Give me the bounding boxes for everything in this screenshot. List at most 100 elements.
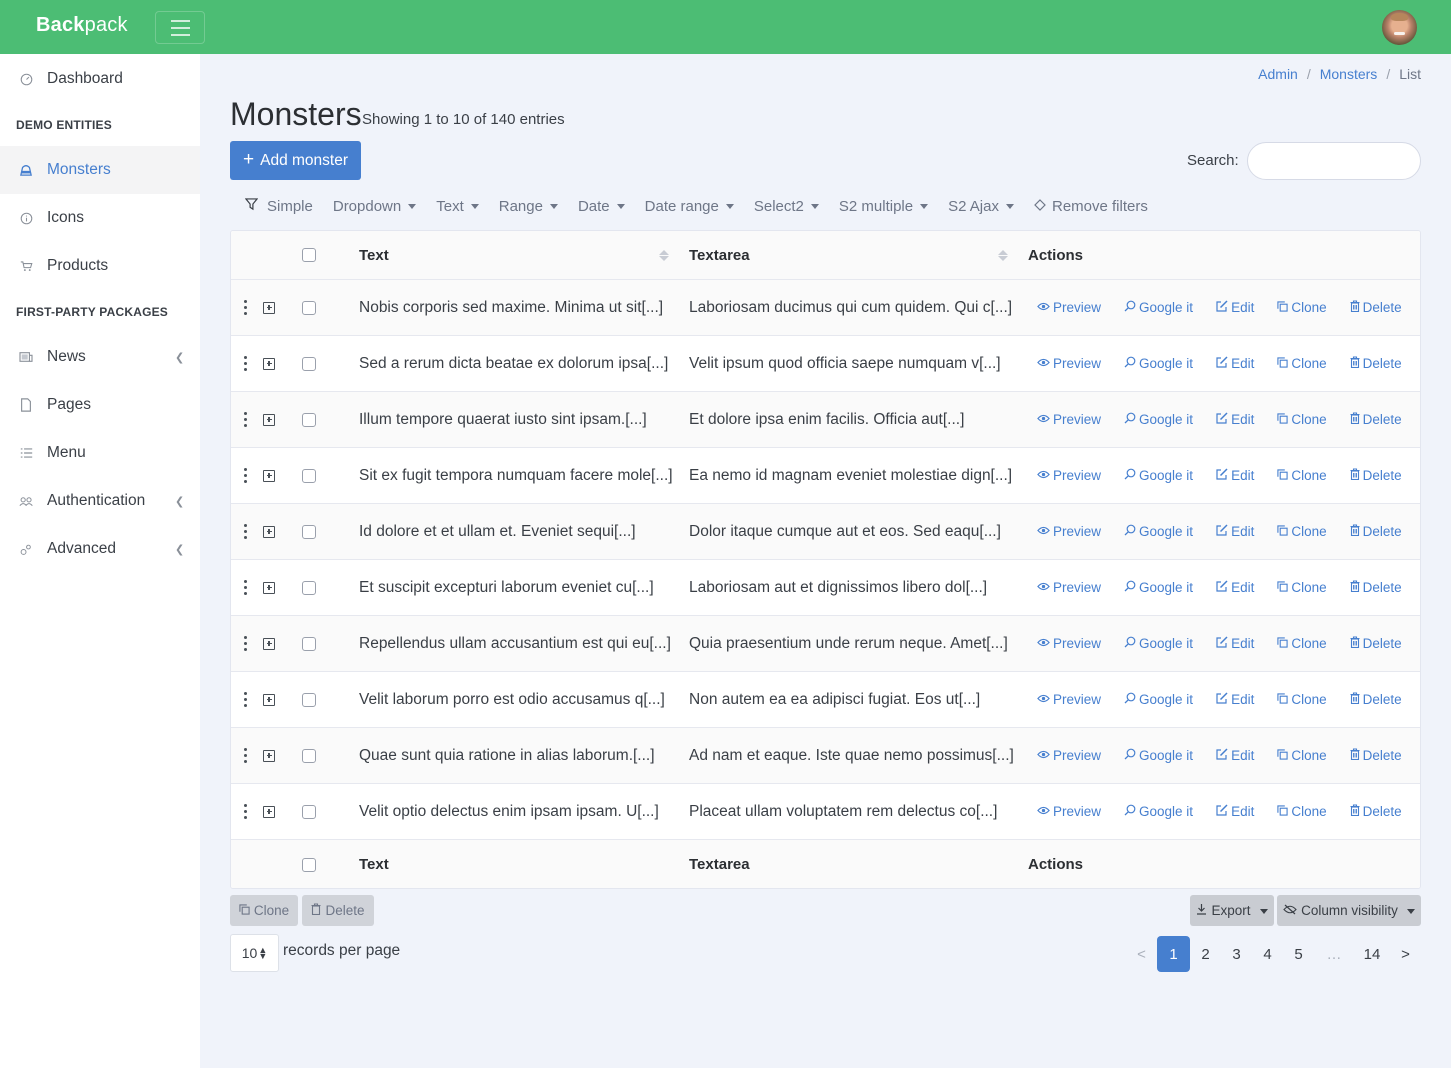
- row-checkbox[interactable]: [302, 748, 316, 763]
- drag-handle-icon[interactable]: [244, 356, 247, 371]
- edit-button[interactable]: Edit: [1216, 636, 1254, 651]
- drag-handle-icon[interactable]: [244, 468, 247, 483]
- google-it-button[interactable]: Google it: [1124, 524, 1193, 539]
- user-avatar[interactable]: [1382, 10, 1417, 45]
- sidebar-toggle-button[interactable]: [155, 11, 205, 44]
- clone-button[interactable]: Clone: [1277, 692, 1327, 707]
- preview-button[interactable]: Preview: [1037, 468, 1101, 483]
- delete-button[interactable]: Delete: [1350, 692, 1402, 707]
- edit-button[interactable]: Edit: [1216, 692, 1254, 707]
- clone-button[interactable]: Clone: [1277, 636, 1327, 651]
- delete-button[interactable]: Delete: [1350, 804, 1402, 819]
- filter-range[interactable]: Range: [499, 198, 558, 215]
- search-input[interactable]: [1247, 142, 1421, 180]
- clone-button[interactable]: Clone: [1277, 524, 1327, 539]
- preview-button[interactable]: Preview: [1037, 804, 1101, 819]
- filter-s2-ajax[interactable]: S2 Ajax: [948, 198, 1014, 215]
- expand-row-icon[interactable]: [263, 469, 275, 482]
- google-it-button[interactable]: Google it: [1124, 412, 1193, 427]
- sidebar-item-authentication[interactable]: Authentication ❮: [0, 477, 200, 525]
- preview-button[interactable]: Preview: [1037, 412, 1101, 427]
- edit-button[interactable]: Edit: [1216, 468, 1254, 483]
- pagination-page-5[interactable]: 5: [1283, 936, 1314, 972]
- pagination-page-last[interactable]: 14: [1354, 936, 1390, 972]
- edit-button[interactable]: Edit: [1216, 748, 1254, 763]
- clone-button[interactable]: Clone: [1277, 356, 1327, 371]
- drag-handle-icon[interactable]: [244, 636, 247, 651]
- sidebar-item-menu[interactable]: Menu: [0, 429, 200, 477]
- clone-button[interactable]: Clone: [1277, 748, 1327, 763]
- sidebar-item-products[interactable]: Products: [0, 242, 200, 290]
- per-page-select[interactable]: 10 ▲ ▼: [230, 934, 279, 972]
- edit-button[interactable]: Edit: [1216, 804, 1254, 819]
- preview-button[interactable]: Preview: [1037, 748, 1101, 763]
- edit-button[interactable]: Edit: [1216, 300, 1254, 315]
- google-it-button[interactable]: Google it: [1124, 468, 1193, 483]
- preview-button[interactable]: Preview: [1037, 524, 1101, 539]
- preview-button[interactable]: Preview: [1037, 580, 1101, 595]
- edit-button[interactable]: Edit: [1216, 524, 1254, 539]
- expand-row-icon[interactable]: [263, 805, 275, 818]
- pagination-page-3[interactable]: 3: [1221, 936, 1252, 972]
- column-visibility-button[interactable]: Column visibility: [1277, 895, 1421, 926]
- edit-button[interactable]: Edit: [1216, 356, 1254, 371]
- google-it-button[interactable]: Google it: [1124, 300, 1193, 315]
- expand-row-icon[interactable]: [263, 301, 275, 314]
- sidebar-item-icons[interactable]: Icons: [0, 194, 200, 242]
- google-it-button[interactable]: Google it: [1124, 692, 1193, 707]
- sidebar-item-advanced[interactable]: Advanced ❮: [0, 525, 200, 573]
- expand-row-icon[interactable]: [263, 357, 275, 370]
- filter-dropdown[interactable]: Dropdown: [333, 198, 417, 215]
- row-checkbox[interactable]: [302, 300, 316, 315]
- breadcrumb-monsters[interactable]: Monsters: [1320, 66, 1378, 82]
- clone-button[interactable]: Clone: [1277, 300, 1327, 315]
- row-checkbox[interactable]: [302, 468, 316, 483]
- drag-handle-icon[interactable]: [244, 412, 247, 427]
- delete-button[interactable]: Delete: [1350, 412, 1402, 427]
- clone-button[interactable]: Clone: [1277, 412, 1327, 427]
- pagination-page-1[interactable]: 1: [1157, 936, 1190, 972]
- drag-handle-icon[interactable]: [244, 804, 247, 819]
- bulk-clone-button[interactable]: Clone: [230, 895, 298, 926]
- delete-button[interactable]: Delete: [1350, 356, 1402, 371]
- google-it-button[interactable]: Google it: [1124, 804, 1193, 819]
- export-button[interactable]: Export: [1190, 895, 1274, 926]
- sidebar-item-monsters[interactable]: Monsters: [0, 146, 200, 194]
- select-all-checkbox-footer[interactable]: [302, 857, 316, 872]
- row-checkbox[interactable]: [302, 580, 316, 595]
- delete-button[interactable]: Delete: [1350, 524, 1402, 539]
- remove-filters-button[interactable]: Remove filters: [1034, 198, 1148, 215]
- sidebar-item-pages[interactable]: Pages: [0, 381, 200, 429]
- edit-button[interactable]: Edit: [1216, 412, 1254, 427]
- drag-handle-icon[interactable]: [244, 524, 247, 539]
- edit-button[interactable]: Edit: [1216, 580, 1254, 595]
- select-all-checkbox[interactable]: [302, 248, 316, 262]
- expand-row-icon[interactable]: [263, 581, 275, 594]
- add-monster-button[interactable]: + Add monster: [230, 141, 361, 180]
- brand-logo[interactable]: Backpack: [36, 14, 128, 37]
- preview-button[interactable]: Preview: [1037, 636, 1101, 651]
- drag-handle-icon[interactable]: [244, 580, 247, 595]
- preview-button[interactable]: Preview: [1037, 300, 1101, 315]
- preview-button[interactable]: Preview: [1037, 692, 1101, 707]
- bulk-delete-button[interactable]: Delete: [302, 895, 374, 926]
- row-checkbox[interactable]: [302, 636, 316, 651]
- expand-row-icon[interactable]: [263, 637, 275, 650]
- sort-icon[interactable]: [998, 249, 1008, 261]
- sidebar-item-news[interactable]: News ❮: [0, 333, 200, 381]
- filter-date[interactable]: Date: [578, 198, 625, 215]
- filter-date-range[interactable]: Date range: [645, 198, 734, 215]
- delete-button[interactable]: Delete: [1350, 300, 1402, 315]
- row-checkbox[interactable]: [302, 804, 316, 819]
- expand-row-icon[interactable]: [263, 413, 275, 426]
- sidebar-item-dashboard[interactable]: Dashboard: [0, 55, 200, 103]
- delete-button[interactable]: Delete: [1350, 580, 1402, 595]
- filter-text[interactable]: Text: [436, 198, 479, 215]
- drag-handle-icon[interactable]: [244, 692, 247, 707]
- pagination-prev[interactable]: <: [1126, 936, 1157, 972]
- pagination-next[interactable]: >: [1390, 936, 1421, 972]
- delete-button[interactable]: Delete: [1350, 468, 1402, 483]
- clone-button[interactable]: Clone: [1277, 468, 1327, 483]
- breadcrumb-admin[interactable]: Admin: [1258, 66, 1298, 82]
- google-it-button[interactable]: Google it: [1124, 636, 1193, 651]
